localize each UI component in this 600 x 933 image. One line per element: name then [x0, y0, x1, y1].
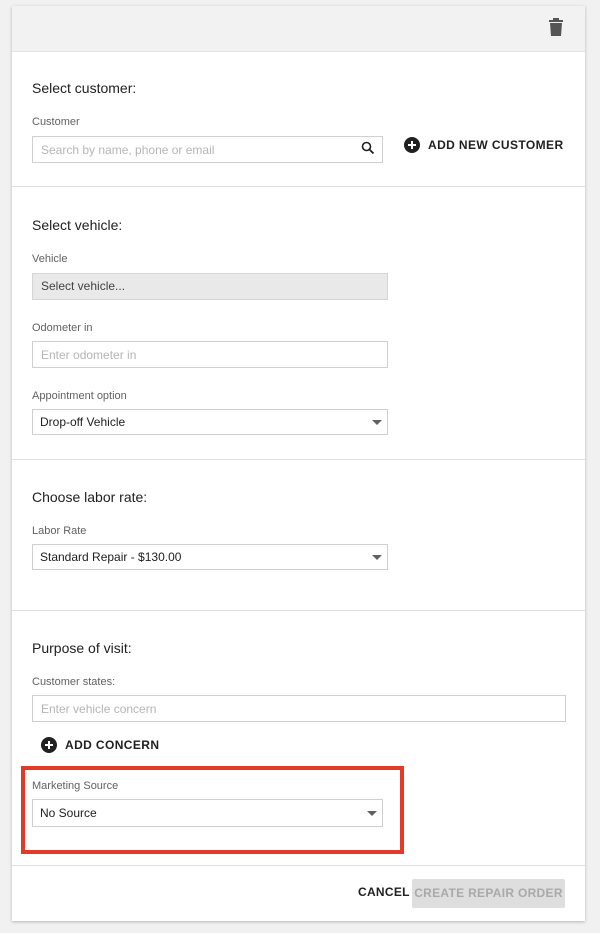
vehicle-section-title: Select vehicle: — [32, 217, 123, 233]
caret-down-icon — [372, 555, 382, 560]
vehicle-label: Vehicle — [32, 253, 68, 265]
vehicle-concern-input[interactable] — [32, 695, 566, 722]
marketing-source-value: No Source — [40, 806, 97, 820]
add-concern-label: ADD CONCERN — [65, 738, 160, 752]
customer-search-input[interactable] — [32, 136, 383, 163]
divider — [12, 186, 585, 187]
labor-rate-value: Standard Repair - $130.00 — [40, 550, 182, 564]
purpose-section-title: Purpose of visit: — [32, 640, 132, 656]
search-icon[interactable] — [361, 141, 375, 155]
add-new-customer-label: ADD NEW CUSTOMER — [428, 138, 564, 152]
create-repair-order-dialog: Select customer: Customer ADD NEW CUSTOM… — [12, 6, 585, 921]
labor-section-title: Choose labor rate: — [32, 489, 148, 505]
cancel-button[interactable]: CANCEL — [358, 885, 410, 899]
plus-circle-icon — [41, 737, 57, 753]
add-new-customer-button[interactable]: ADD NEW CUSTOMER — [404, 137, 564, 153]
appointment-option-select[interactable]: Drop-off Vehicle — [32, 409, 388, 435]
appointment-label: Appointment option — [32, 390, 127, 402]
marketing-source-select[interactable]: No Source — [32, 799, 383, 827]
create-repair-order-button[interactable]: CREATE REPAIR ORDER — [412, 879, 565, 908]
divider — [12, 610, 585, 611]
dialog-header — [12, 6, 585, 52]
caret-down-icon — [372, 420, 382, 425]
vehicle-select[interactable]: Select vehicle... — [32, 273, 388, 300]
odometer-input[interactable] — [32, 341, 388, 368]
customer-section-title: Select customer: — [32, 80, 137, 96]
divider — [12, 865, 585, 866]
add-concern-button[interactable]: ADD CONCERN — [41, 737, 159, 753]
plus-circle-icon — [404, 137, 420, 153]
customer-label: Customer — [32, 116, 80, 128]
odometer-label: Odometer in — [32, 322, 93, 334]
labor-rate-label: Labor Rate — [32, 525, 87, 537]
divider — [12, 459, 585, 460]
trash-icon[interactable] — [549, 18, 563, 36]
marketing-source-label: Marketing Source — [32, 780, 119, 792]
caret-down-icon — [367, 811, 377, 816]
labor-rate-select[interactable]: Standard Repair - $130.00 — [32, 544, 388, 570]
customer-states-label: Customer states: — [32, 676, 116, 688]
appointment-option-value: Drop-off Vehicle — [40, 415, 126, 429]
